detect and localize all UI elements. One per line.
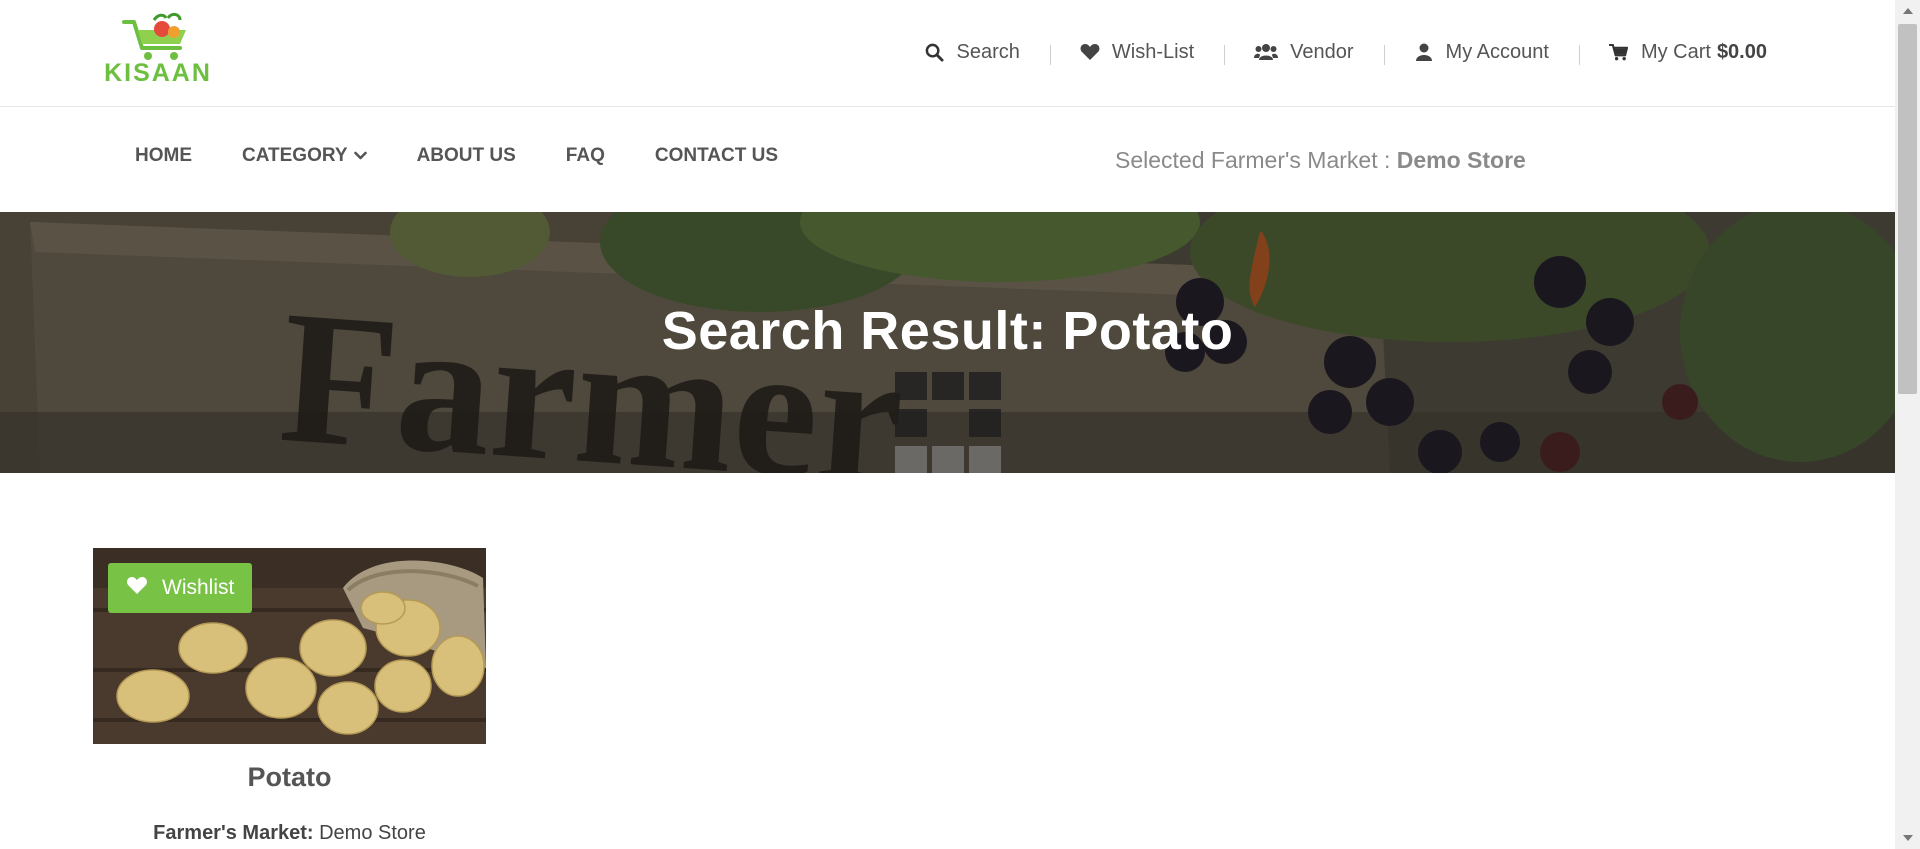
nav-category-label: CATEGORY xyxy=(242,145,348,166)
product-market-label: Farmer's Market: xyxy=(153,822,314,844)
heart-icon xyxy=(126,576,148,601)
account-link[interactable]: My Account xyxy=(1383,40,1579,65)
page-title: Search Result: Potato xyxy=(661,301,1234,361)
nav-home[interactable]: HOME xyxy=(110,145,217,167)
top-links: Search Wish-List Vendor My Account My Ca… xyxy=(895,38,1767,66)
users-icon xyxy=(1254,42,1279,62)
nav-about-us-label: ABOUT US xyxy=(416,145,516,166)
nav-about-us[interactable]: ABOUT US xyxy=(392,145,541,167)
account-link-label: My Account xyxy=(1445,40,1549,63)
vertical-scrollbar[interactable] xyxy=(1895,0,1920,849)
search-link-label: Search xyxy=(956,40,1020,63)
selected-market-label: Selected Farmer's Market : xyxy=(1115,147,1391,173)
wishlist-link[interactable]: Wish-List xyxy=(1049,40,1224,65)
wishlist-button-label: Wishlist xyxy=(162,576,235,599)
scrollbar-thumb[interactable] xyxy=(1898,24,1917,394)
main-nav: HOME CATEGORY ABOUT US FAQ CONTACT US xyxy=(110,145,803,167)
main-nav-bar: HOME CATEGORY ABOUT US FAQ CONTACT US Se… xyxy=(0,107,1895,211)
wishlist-link-label: Wish-List xyxy=(1111,40,1195,63)
page: KISAAN Search Wish-List Vendor My Accoun… xyxy=(0,0,1895,849)
product-name[interactable]: Potato xyxy=(93,762,486,793)
nav-home-label: HOME xyxy=(135,145,192,166)
selected-market-value: Demo Store xyxy=(1396,147,1526,173)
product-market-value: Demo Store xyxy=(319,822,426,844)
search-icon xyxy=(925,42,945,62)
page-banner: Farmer Search Result: Potato xyxy=(0,212,1895,473)
vendor-link-label: Vendor xyxy=(1290,40,1354,63)
heart-icon xyxy=(1080,42,1100,62)
selected-market: Selected Farmer's Market : Demo Store xyxy=(1115,147,1526,174)
chevron-down-icon xyxy=(353,145,367,167)
nav-faq[interactable]: FAQ xyxy=(541,145,630,167)
product-market: Farmer's Market: Demo Store xyxy=(93,822,486,845)
add-to-wishlist-button[interactable]: Wishlist xyxy=(108,563,253,613)
scroll-up-arrow-icon[interactable] xyxy=(1895,0,1920,22)
top-bar: KISAAN Search Wish-List Vendor My Accoun… xyxy=(0,0,1895,107)
nav-contact-us[interactable]: CONTACT US xyxy=(630,145,803,167)
cart-link[interactable]: My Cart $0.00 xyxy=(1578,40,1767,65)
cart-link-label: My Cart xyxy=(1640,40,1711,63)
loading-spinner-icon xyxy=(895,372,1001,473)
nav-contact-us-label: CONTACT US xyxy=(654,145,778,166)
logo[interactable]: KISAAN xyxy=(102,12,214,88)
nav-faq-label: FAQ xyxy=(565,145,605,166)
cart-icon xyxy=(1609,42,1629,62)
scroll-down-arrow-icon[interactable] xyxy=(1895,827,1920,849)
search-link[interactable]: Search xyxy=(895,41,1050,64)
user-icon xyxy=(1414,42,1434,62)
nav-category[interactable]: CATEGORY xyxy=(217,145,392,167)
cart-total: $0.00 xyxy=(1716,40,1767,63)
vendor-link[interactable]: Vendor xyxy=(1224,40,1383,65)
cart-logo-icon xyxy=(122,12,186,60)
product-image[interactable]: Wishlist xyxy=(93,548,486,744)
logo-text: KISAAN xyxy=(104,59,212,87)
